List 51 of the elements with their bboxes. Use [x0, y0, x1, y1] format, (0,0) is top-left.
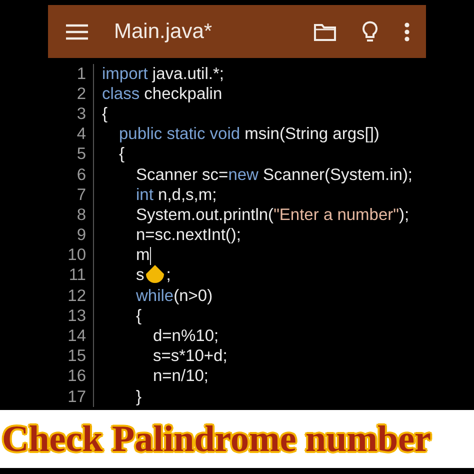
- line-number: 10: [48, 246, 94, 266]
- caption-title: Check Palindrome number: [1, 418, 431, 460]
- folder-icon[interactable]: [314, 22, 336, 40]
- line-number: 1: [48, 64, 94, 84]
- line-number: 5: [48, 144, 94, 165]
- code-text: checkpalin: [143, 84, 222, 104]
- lightbulb-icon[interactable]: [362, 20, 378, 42]
- line-number: 6: [48, 164, 94, 186]
- code-text: (n>0): [174, 286, 213, 306]
- code-text: n=n/10;: [153, 367, 209, 386]
- code-text: d=n%10;: [153, 327, 219, 346]
- more-icon[interactable]: [404, 22, 410, 42]
- code-text: n=sc.nextInt();: [136, 226, 242, 246]
- file-title: Main.java*: [114, 20, 214, 44]
- code-text: {: [136, 306, 142, 326]
- code-text: n,d,s,m;: [157, 186, 217, 205]
- code-text: ;: [166, 266, 171, 286]
- code-keyword: int: [136, 186, 154, 205]
- code-text: msin(String args[]): [244, 125, 380, 144]
- line-number: 16: [48, 366, 94, 387]
- line-number: 9: [48, 226, 94, 246]
- code-keyword: public static void: [119, 125, 240, 144]
- code-text: Scanner sc=: [136, 166, 228, 185]
- code-text: s=s*10+d;: [153, 347, 228, 366]
- code-text: System.out.println(: [136, 206, 274, 225]
- code-keyword: import: [102, 64, 148, 84]
- code-text: Scanner(System.in);: [262, 166, 413, 185]
- code-keyword: while: [136, 286, 174, 306]
- line-number: 2: [48, 84, 94, 104]
- code-text: m: [136, 246, 150, 266]
- line-number: 3: [48, 104, 94, 125]
- code-text: s: [136, 266, 144, 286]
- line-number: 15: [48, 346, 94, 367]
- cursor-handle[interactable]: [144, 264, 165, 285]
- line-number: 11: [48, 266, 94, 286]
- line-number: 7: [48, 185, 94, 206]
- line-number: 4: [48, 124, 94, 145]
- code-keyword: class: [102, 84, 140, 104]
- code-text: {: [102, 104, 108, 124]
- code-text: java.util.*;: [151, 64, 224, 84]
- code-string: "Enter a number": [274, 206, 400, 225]
- line-number: 14: [48, 326, 94, 347]
- code-keyword: new: [228, 166, 258, 185]
- line-number: 12: [48, 286, 94, 306]
- code-text: );: [399, 206, 410, 225]
- menu-icon[interactable]: [66, 24, 88, 40]
- code-text: }: [136, 388, 142, 407]
- code-text: {: [119, 145, 125, 164]
- line-number: 8: [48, 205, 94, 226]
- line-number: 17: [48, 387, 94, 408]
- line-number: 13: [48, 306, 94, 326]
